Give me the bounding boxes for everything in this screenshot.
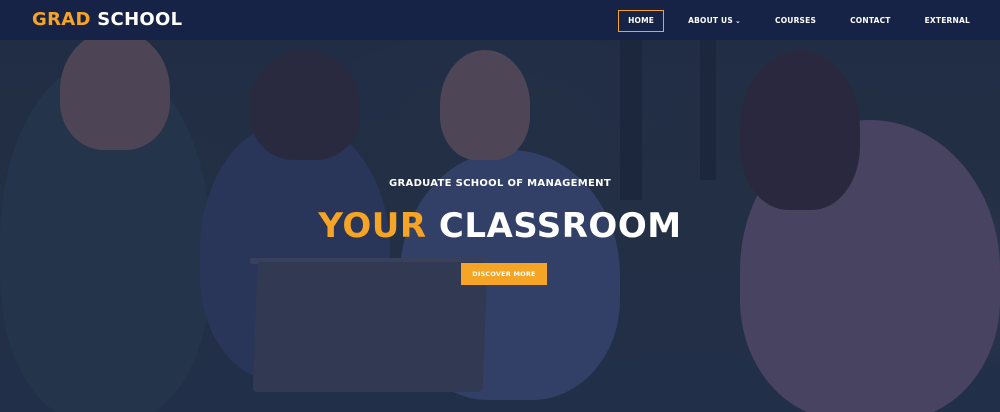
hero-kicker: GRADUATE SCHOOL OF MANAGEMENT: [389, 178, 611, 189]
headline-accent: YOUR: [318, 206, 427, 246]
hero-caption: GRADUATE SCHOOL OF MANAGEMENT YOUR CLASS…: [0, 0, 1000, 412]
headline-light: CLASSROOM: [438, 206, 682, 246]
hero-headline: YOUR CLASSROOM: [0, 204, 1000, 248]
discover-more-button[interactable]: DISCOVER MORE: [461, 263, 547, 285]
page: GRAD SCHOOL HOME ABOUT US ⌄ COURSES CONTA…: [0, 0, 1000, 412]
